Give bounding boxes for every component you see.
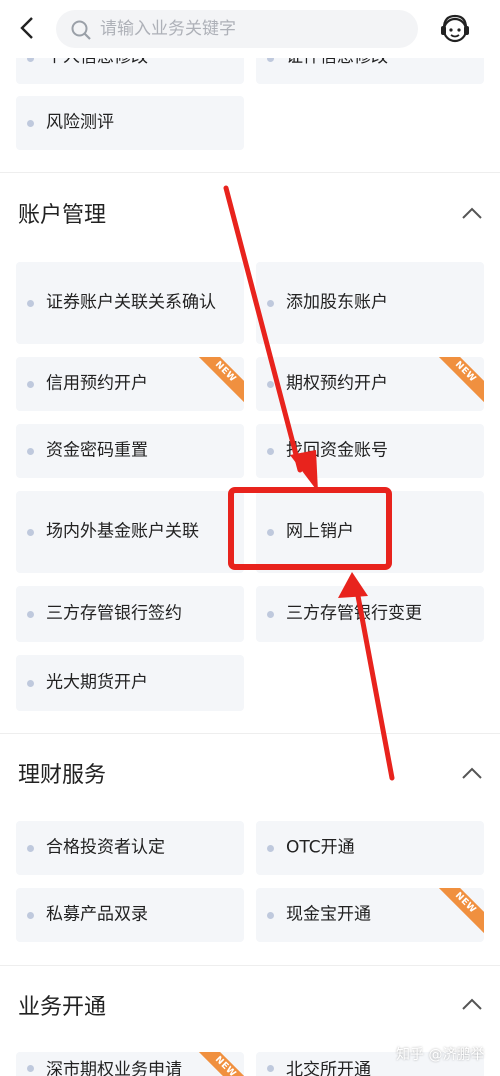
bullet-dot	[267, 611, 274, 618]
section-title-business-activation: 业务开通	[18, 995, 107, 1020]
bullet-dot	[267, 529, 274, 536]
service-tile[interactable]: 三方存管银行变更	[256, 586, 484, 642]
service-label: 三方存管银行变更	[286, 603, 422, 624]
service-label: 深市期权业务申请	[46, 1060, 182, 1076]
bullet-dot	[267, 1065, 274, 1072]
watermark-text: 知乎 @济鹏举	[396, 1047, 485, 1063]
service-label: 添加股东账户	[286, 292, 388, 313]
service-label: 现金宝开通	[286, 904, 371, 925]
service-label: OTC开通	[286, 837, 355, 858]
search-bar[interactable]	[56, 10, 418, 48]
service-tile[interactable]: 期权预约开户 NEW	[256, 357, 484, 411]
service-label: 网上销户	[286, 521, 354, 542]
bullet-dot	[27, 680, 34, 687]
bullet-dot	[27, 120, 34, 127]
service-tile[interactable]: 私募产品双录	[16, 888, 244, 942]
service-tile-risk-assessment[interactable]: 风险测评	[16, 96, 244, 150]
section-divider	[0, 733, 500, 734]
bullet-dot	[267, 912, 274, 919]
service-label: 私募产品双录	[46, 904, 148, 925]
service-list: 个人信息修改 证件信息修改 风险测评 账户管理 证券账户关联关系确认 添加股东账…	[0, 0, 500, 1076]
service-tile[interactable]: 证券账户关联关系确认	[16, 262, 244, 344]
service-label: 风险测评	[46, 112, 114, 133]
bullet-dot	[27, 611, 34, 618]
service-label: 信用预约开户	[46, 373, 148, 394]
service-label: 三方存管银行签约	[46, 603, 182, 624]
bullet-dot	[267, 845, 274, 852]
service-label: 期权预约开户	[286, 373, 388, 394]
bullet-dot	[27, 529, 34, 536]
customer-service-icon[interactable]	[436, 10, 474, 48]
bullet-dot	[27, 845, 34, 852]
service-label: 合格投资者认定	[46, 837, 165, 858]
service-tile[interactable]: 合格投资者认定	[16, 821, 244, 875]
bullet-dot	[267, 448, 274, 455]
section-divider	[0, 965, 500, 966]
service-tile[interactable]: 资金密码重置	[16, 424, 244, 478]
chevron-up-icon[interactable]	[460, 996, 484, 1012]
service-label: 资金密码重置	[46, 440, 148, 461]
chevron-up-icon[interactable]	[460, 765, 484, 781]
service-tile[interactable]: 光大期货开户	[16, 655, 244, 711]
service-tile[interactable]: 添加股东账户	[256, 262, 484, 344]
top-bar	[0, 0, 500, 58]
service-tile[interactable]: 场内外基金账户关联	[16, 491, 244, 573]
bullet-dot	[267, 381, 274, 388]
section-title-account-management: 账户管理	[18, 203, 107, 228]
service-label: 证券账户关联关系确认	[46, 292, 216, 313]
service-tile-online-account-close[interactable]: 网上销户	[256, 491, 484, 573]
service-tile[interactable]: 三方存管银行签约	[16, 586, 244, 642]
bullet-dot	[27, 1065, 34, 1072]
search-icon	[71, 20, 91, 40]
chevron-up-icon[interactable]	[460, 205, 484, 221]
service-label: 场内外基金账户关联	[46, 521, 199, 542]
search-input[interactable]	[100, 10, 400, 48]
service-label: 光大期货开户	[46, 672, 148, 693]
section-divider	[0, 172, 500, 173]
service-label: 找回资金账号	[286, 440, 388, 461]
bullet-dot	[27, 912, 34, 919]
section-title-wealth-services: 理财服务	[18, 763, 107, 788]
service-tile[interactable]: 深市期权业务申请 NEW	[16, 1052, 244, 1076]
service-tile[interactable]: 现金宝开通 NEW	[256, 888, 484, 942]
chevron-left-icon[interactable]	[14, 14, 42, 42]
service-tile[interactable]: OTC开通	[256, 821, 484, 875]
service-tile[interactable]: 信用预约开户 NEW	[16, 357, 244, 411]
bullet-dot	[27, 381, 34, 388]
service-tile[interactable]: 找回资金账号	[256, 424, 484, 478]
bullet-dot	[27, 300, 34, 307]
bullet-dot	[267, 300, 274, 307]
bullet-dot	[27, 448, 34, 455]
